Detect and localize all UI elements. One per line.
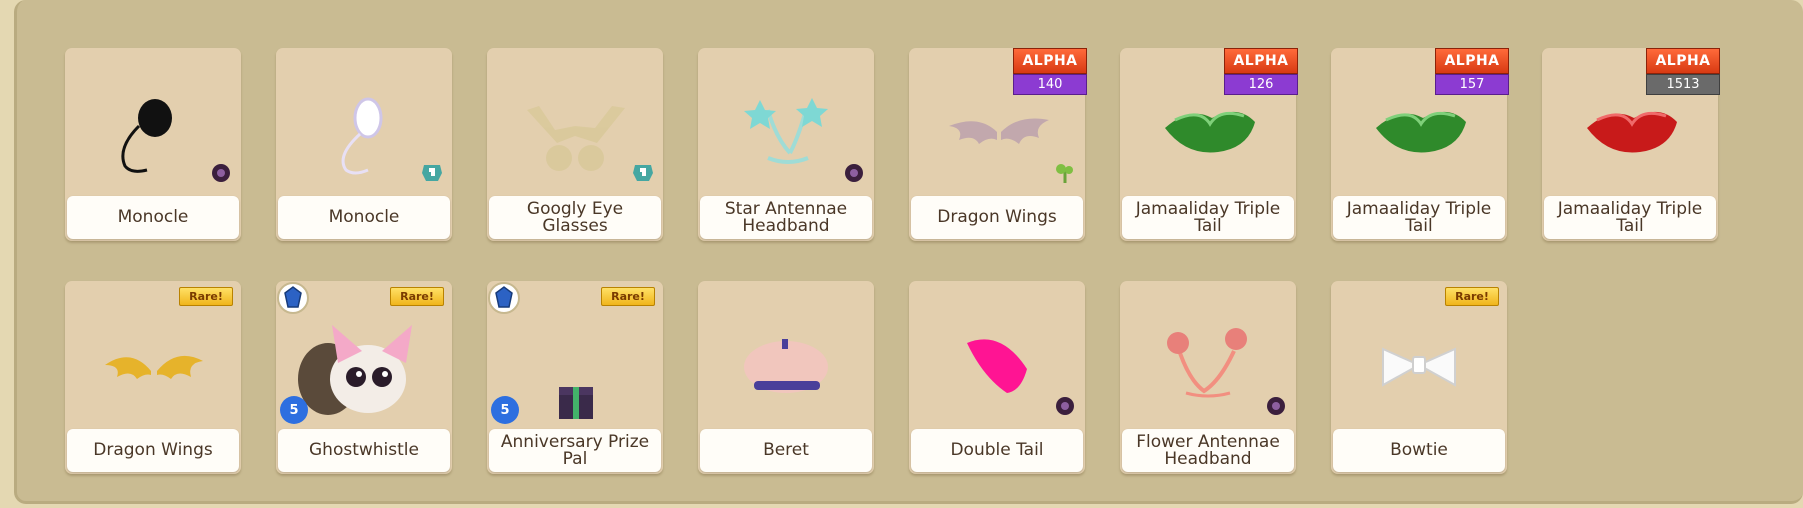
item-card[interactable]: Dragon Wings ALPHA 140 — [909, 48, 1087, 241]
alpha-badge: ALPHA 157 — [1435, 48, 1509, 95]
item-card[interactable]: Bowtie Rare! — [1331, 281, 1507, 474]
alpha-badge: ALPHA 1513 — [1646, 48, 1720, 95]
item-card[interactable]: Googly Eye Glasses — [487, 48, 663, 241]
item-name: Anniversary Prize Pal — [489, 429, 661, 472]
alpha-badge: ALPHA 140 — [1013, 48, 1087, 95]
item-name: Beret — [700, 429, 872, 472]
rare-tag: Rare! — [1445, 287, 1499, 306]
item-name: Googly Eye Glasses — [489, 196, 661, 239]
item-card[interactable]: Jamaaliday Triple Tail ALPHA 1513 — [1542, 48, 1720, 241]
item-card[interactable]: Beret — [698, 281, 874, 474]
item-card[interactable]: Dragon Wings Rare! — [65, 281, 241, 474]
seedling-icon — [1053, 161, 1077, 189]
alpha-number: 140 — [1013, 74, 1087, 95]
item-name: Star Antennae Headband — [700, 196, 872, 239]
alpha-label: ALPHA — [1435, 48, 1509, 74]
item-card[interactable]: Monocle — [65, 48, 241, 241]
item-name: Double Tail — [911, 429, 1083, 472]
item-name: Jamaaliday Triple Tail — [1333, 196, 1505, 239]
item-name: Bowtie — [1333, 429, 1505, 472]
alpha-label: ALPHA — [1224, 48, 1298, 74]
rare-tag: Rare! — [390, 287, 444, 306]
sapphire-icon — [487, 281, 521, 319]
item-card[interactable]: Anniversary Prize Pal Rare! 5 — [487, 281, 663, 474]
item-name: Dragon Wings — [911, 196, 1083, 239]
sapphire-icon — [276, 281, 310, 319]
flower-icon — [842, 161, 866, 189]
item-name: Monocle — [278, 196, 450, 239]
item-name: Dragon Wings — [67, 429, 239, 472]
flower-icon — [209, 161, 233, 189]
alpha-number: 157 — [1435, 74, 1509, 95]
flower-icon — [1264, 394, 1288, 422]
item-card[interactable]: Monocle — [276, 48, 452, 241]
inventory-grid: Monocle Monocle Googly Eye Glasses Star … — [65, 48, 1720, 474]
item-name: Monocle — [67, 196, 239, 239]
diamond-shop-icon — [420, 161, 444, 189]
item-card[interactable]: Jamaaliday Triple Tail ALPHA 157 — [1331, 48, 1509, 241]
rare-tag: Rare! — [601, 287, 655, 306]
level-badge: 5 — [491, 396, 519, 424]
alpha-label: ALPHA — [1646, 48, 1720, 74]
item-name: Ghostwhistle — [278, 429, 450, 472]
level-badge: 5 — [280, 396, 308, 424]
item-name: Jamaaliday Triple Tail — [1122, 196, 1294, 239]
item-name: Flower Antennae Headband — [1122, 429, 1294, 472]
alpha-number: 1513 — [1646, 74, 1720, 95]
item-card[interactable]: Double Tail — [909, 281, 1085, 474]
item-card[interactable]: Star Antennae Headband — [698, 48, 874, 241]
alpha-number: 126 — [1224, 74, 1298, 95]
rare-tag: Rare! — [179, 287, 233, 306]
flower-icon — [1053, 394, 1077, 422]
item-card[interactable]: Jamaaliday Triple Tail ALPHA 126 — [1120, 48, 1298, 241]
item-card[interactable]: Flower Antennae Headband — [1120, 281, 1296, 474]
item-card[interactable]: Ghostwhistle Rare! 5 — [276, 281, 452, 474]
alpha-label: ALPHA — [1013, 48, 1087, 74]
alpha-badge: ALPHA 126 — [1224, 48, 1298, 95]
item-name: Jamaaliday Triple Tail — [1544, 196, 1716, 239]
beret-icon — [698, 281, 874, 431]
diamond-shop-icon — [631, 161, 655, 189]
